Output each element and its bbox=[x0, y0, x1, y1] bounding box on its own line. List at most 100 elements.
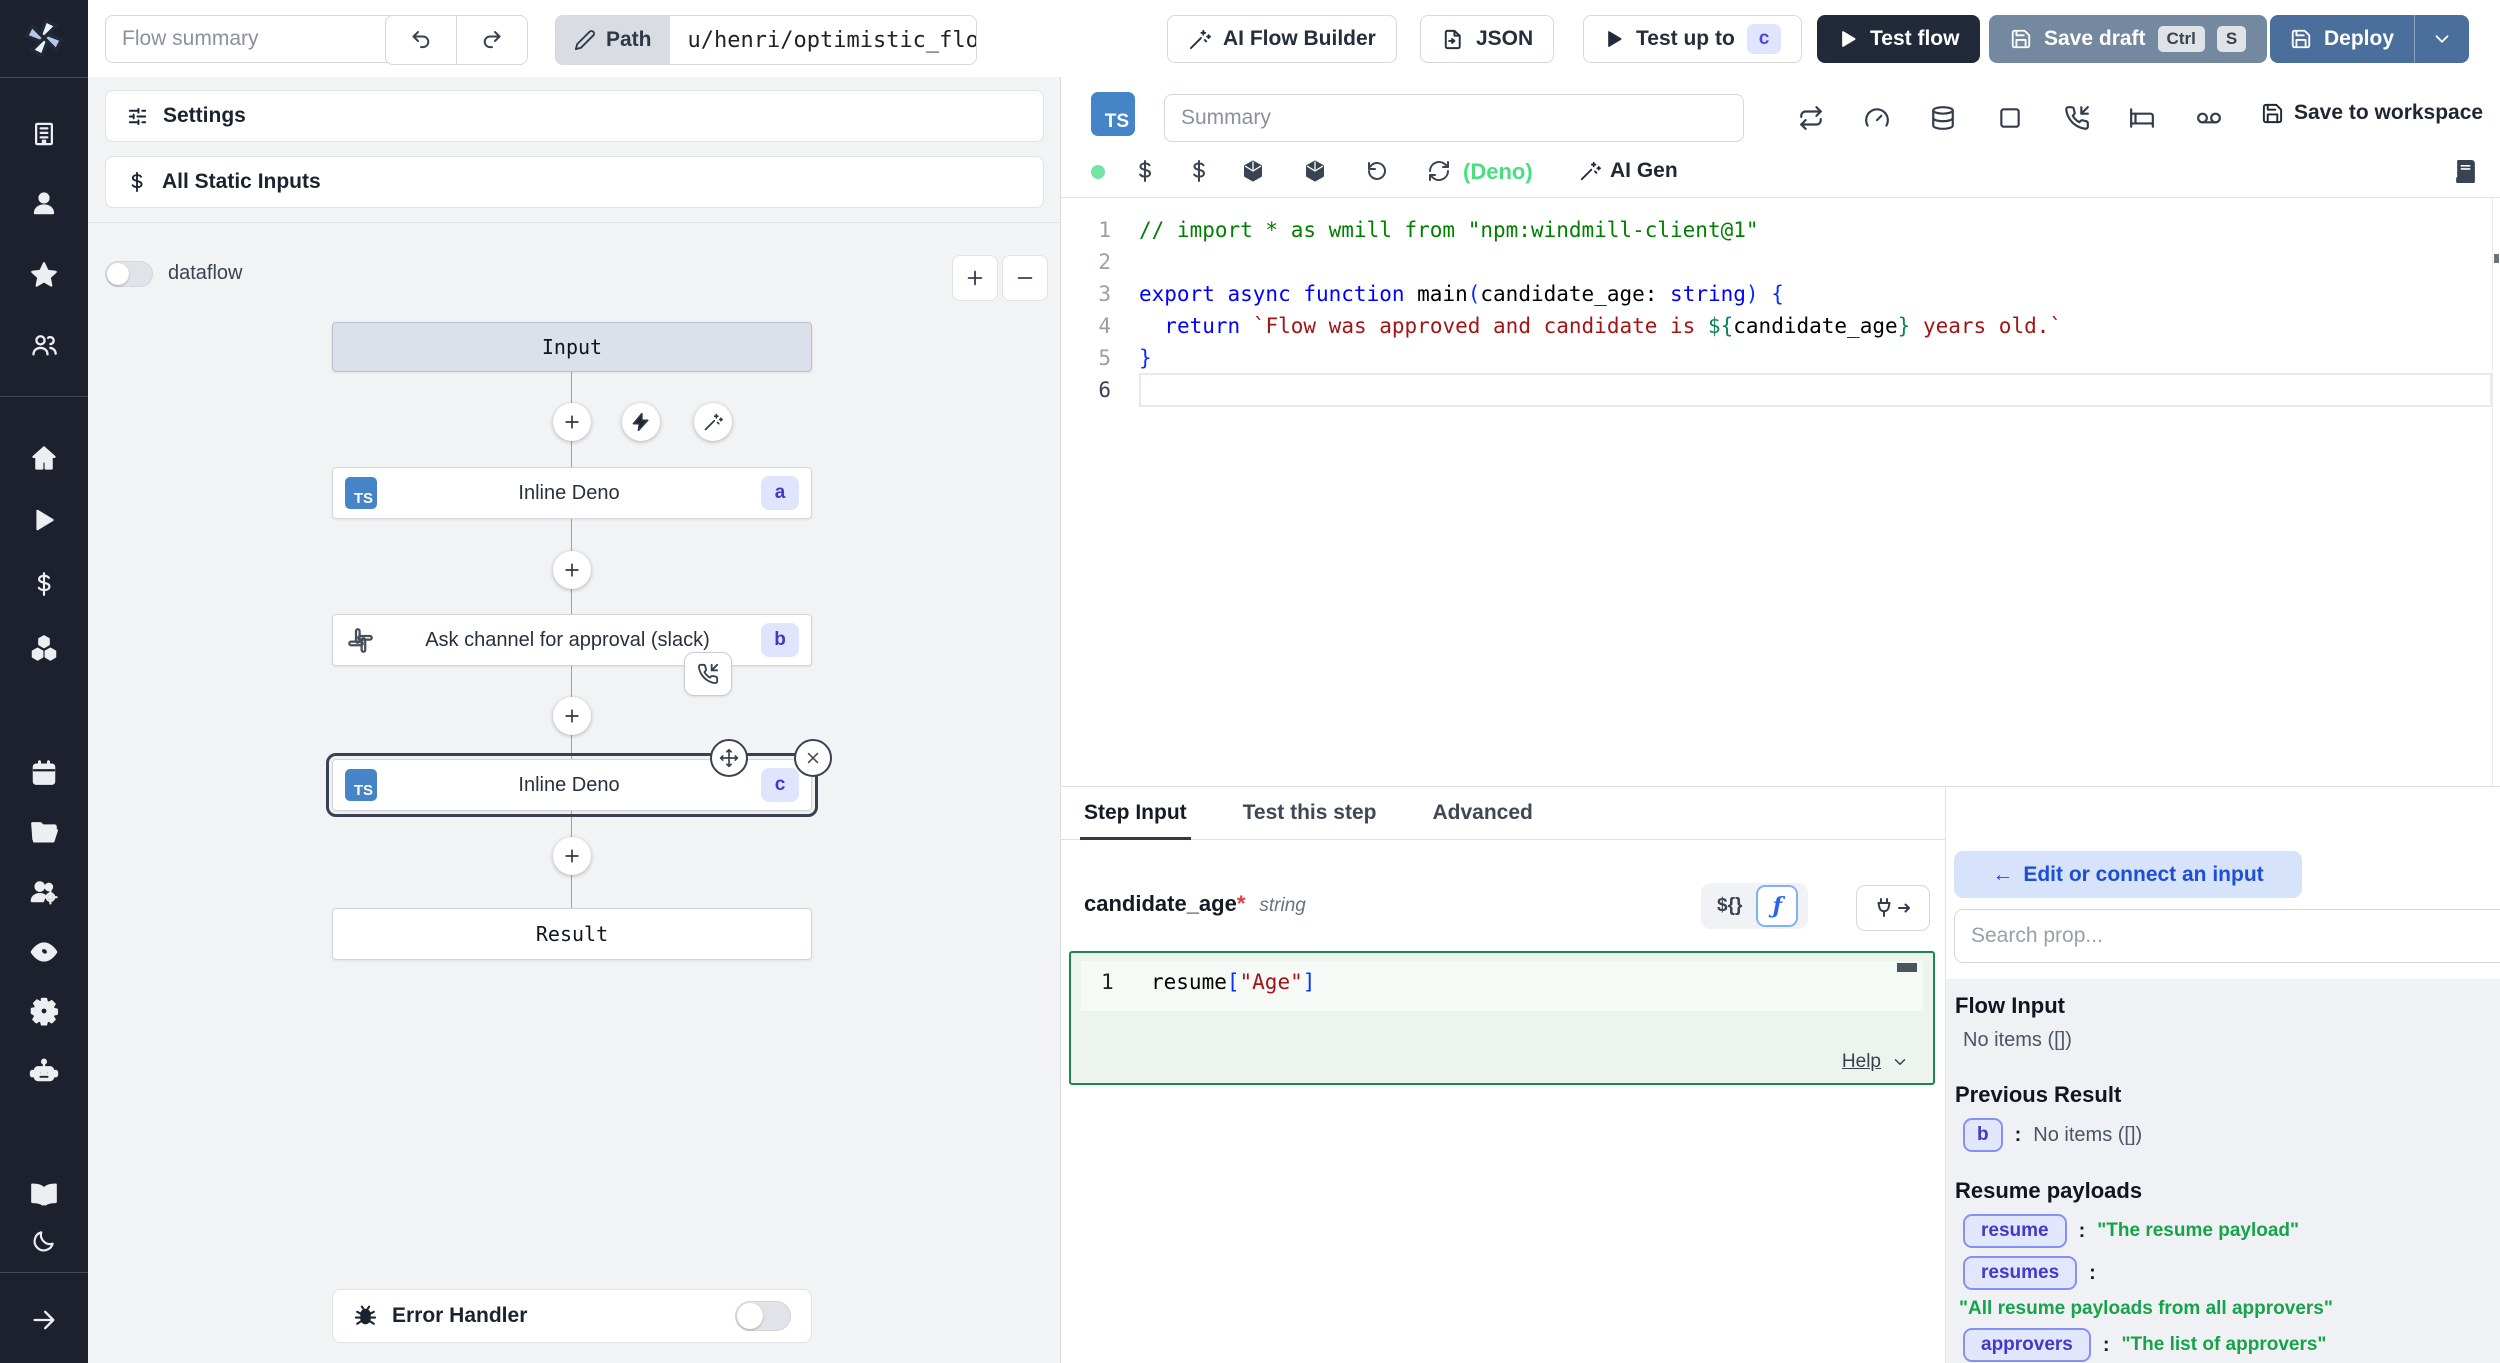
reload-refresh-icon[interactable] bbox=[1427, 159, 1451, 183]
insert-step-button[interactable] bbox=[553, 551, 591, 589]
delete-node-button[interactable] bbox=[794, 739, 832, 777]
folders-icon[interactable] bbox=[30, 818, 58, 846]
dark-mode-moon-icon[interactable] bbox=[31, 1228, 57, 1254]
settings-gear-icon[interactable] bbox=[30, 997, 59, 1026]
dollar-icon bbox=[126, 171, 148, 193]
flow-summary-input[interactable]: Flow summary bbox=[105, 15, 401, 63]
editor-overview-ruler[interactable] bbox=[2492, 198, 2500, 786]
variables-dollar-icon[interactable] bbox=[1133, 159, 1157, 183]
retry-repeat-icon[interactable] bbox=[1798, 105, 1824, 131]
sleep-bed-icon[interactable] bbox=[2129, 105, 2155, 131]
tab-test-this-step[interactable]: Test this step bbox=[1243, 787, 1377, 839]
json-button[interactable]: JSON bbox=[1420, 15, 1554, 63]
docs-book-icon[interactable] bbox=[30, 1180, 58, 1208]
tab-advanced[interactable]: Advanced bbox=[1432, 787, 1532, 839]
ai-flow-builder-button[interactable]: AI Flow Builder bbox=[1167, 15, 1397, 63]
package-icon[interactable] bbox=[1241, 159, 1265, 183]
monaco-editor[interactable]: 1 2 3 4 5 6 // import * as wmill from "n… bbox=[1061, 198, 2500, 786]
template-mode-button[interactable]: ${} bbox=[1711, 895, 1748, 917]
test-flow-button[interactable]: Test flow bbox=[1817, 15, 1980, 63]
error-handler-card[interactable]: Error Handler bbox=[332, 1289, 812, 1343]
connect-input-plug-button[interactable] bbox=[1856, 885, 1930, 931]
dataflow-toggle[interactable] bbox=[105, 261, 153, 287]
resources-boxes-icon[interactable] bbox=[30, 634, 58, 662]
insert-trigger-button[interactable] bbox=[622, 403, 660, 441]
resume-key-badge[interactable]: resume bbox=[1963, 1214, 2067, 1248]
home-icon[interactable] bbox=[30, 444, 58, 472]
all-static-inputs-button[interactable]: All Static Inputs bbox=[105, 156, 1044, 208]
windmill-logo-icon[interactable] bbox=[23, 17, 65, 59]
resources-dollar-icon[interactable] bbox=[1187, 159, 1211, 183]
save-to-workspace-button[interactable]: Save to workspace bbox=[2261, 101, 2483, 125]
resumes-key-badge[interactable]: resumes bbox=[1963, 1256, 2077, 1290]
groups-settings-icon[interactable] bbox=[30, 878, 59, 907]
kbd-ctrl: Ctrl bbox=[2158, 26, 2205, 52]
mock-voicemail-icon[interactable] bbox=[2196, 105, 2222, 131]
runtime-label[interactable]: (Deno) bbox=[1463, 159, 1533, 185]
audit-eye-icon[interactable] bbox=[30, 938, 59, 967]
error-handler-toggle[interactable] bbox=[735, 1301, 791, 1331]
user-group-icon[interactable] bbox=[30, 331, 58, 359]
collapse-arrow-right-icon[interactable] bbox=[30, 1306, 58, 1334]
field-header: candidate_age* string bbox=[1084, 891, 1306, 917]
close-icon bbox=[804, 749, 822, 767]
graph-zoom-in-button[interactable] bbox=[952, 255, 998, 301]
suspend-phone-incoming-icon[interactable] bbox=[2064, 105, 2090, 131]
deploy-button[interactable]: Deploy bbox=[2270, 15, 2414, 63]
lsp-status-dot bbox=[1091, 165, 1105, 179]
runs-play-icon[interactable] bbox=[31, 507, 57, 533]
approvers-key-badge[interactable]: approvers bbox=[1963, 1328, 2091, 1362]
test-up-to-button[interactable]: Test up to c bbox=[1583, 15, 1802, 63]
graph-node-b[interactable]: Ask channel for approval (slack) b bbox=[332, 614, 812, 666]
insert-step-button[interactable] bbox=[553, 837, 591, 875]
insert-ai-button[interactable] bbox=[694, 403, 732, 441]
early-stop-gauge-icon[interactable] bbox=[1864, 105, 1890, 131]
edit-or-connect-back-button[interactable]: ← Edit or connect an input bbox=[1954, 851, 2302, 898]
reset-rotate-ccw-icon[interactable] bbox=[1365, 159, 1389, 183]
concurrency-square-icon[interactable] bbox=[1997, 105, 2023, 131]
minimap-marker bbox=[1897, 963, 1917, 972]
move-node-handle[interactable] bbox=[710, 739, 748, 777]
redo-button[interactable] bbox=[456, 16, 527, 64]
favorites-star-icon[interactable] bbox=[30, 261, 58, 289]
graph-node-result[interactable]: Result bbox=[332, 908, 812, 960]
package-icon[interactable] bbox=[1303, 159, 1327, 183]
insert-step-button[interactable] bbox=[553, 403, 591, 441]
previous-result-key-badge[interactable]: b bbox=[1963, 1118, 2003, 1152]
ai-robot-icon[interactable] bbox=[30, 1057, 59, 1086]
flow-settings-button[interactable]: Settings bbox=[105, 90, 1044, 142]
graph-zoom-out-button[interactable] bbox=[1002, 255, 1048, 301]
field-name: candidate_age bbox=[1084, 891, 1237, 917]
cache-database-icon[interactable] bbox=[1930, 105, 1956, 131]
deploy-more-button[interactable] bbox=[2414, 15, 2469, 63]
plus-icon bbox=[964, 267, 986, 289]
insert-step-button[interactable] bbox=[553, 697, 591, 735]
code-line-1: // import * as wmill from "npm:windmill-… bbox=[1139, 214, 2490, 246]
variables-dollar-icon[interactable] bbox=[31, 571, 57, 597]
ai-gen-button[interactable]: AI Gen bbox=[1579, 159, 1678, 183]
workspace-building-icon[interactable] bbox=[31, 121, 58, 148]
plus-icon bbox=[562, 560, 582, 580]
save-draft-button[interactable]: Save draft Ctrl S bbox=[1989, 15, 2267, 63]
user-icon[interactable] bbox=[31, 190, 58, 217]
search-prop-input[interactable]: Search prop... bbox=[1954, 909, 2500, 963]
library-book-icon[interactable] bbox=[2453, 159, 2478, 184]
plug-arrow-icon bbox=[1873, 895, 1913, 921]
undo-button[interactable] bbox=[386, 16, 456, 64]
save-icon bbox=[2010, 28, 2032, 50]
plus-icon bbox=[562, 706, 582, 726]
graph-node-a[interactable]: TS Inline Deno a bbox=[332, 467, 812, 519]
chevron-down-icon bbox=[2431, 28, 2453, 50]
rail-divider bbox=[0, 396, 88, 397]
step-summary-input[interactable]: Summary bbox=[1164, 94, 1744, 142]
path-value[interactable]: u/henri/optimistic_flo bbox=[670, 16, 976, 64]
javascript-mode-button[interactable]: ƒ bbox=[1756, 885, 1798, 927]
expression-editor[interactable]: 1 resume["Age"] Help bbox=[1069, 951, 1935, 1085]
help-toggle[interactable]: Help bbox=[1842, 1051, 1909, 1073]
suspend-phone-incoming-icon[interactable] bbox=[684, 652, 732, 696]
path-control[interactable]: Path u/henri/optimistic_flo bbox=[555, 15, 977, 65]
tab-step-input[interactable]: Step Input bbox=[1084, 787, 1187, 839]
file-json-icon bbox=[1441, 28, 1464, 51]
graph-node-input[interactable]: Input bbox=[332, 322, 812, 372]
schedules-calendar-icon[interactable] bbox=[31, 760, 58, 787]
